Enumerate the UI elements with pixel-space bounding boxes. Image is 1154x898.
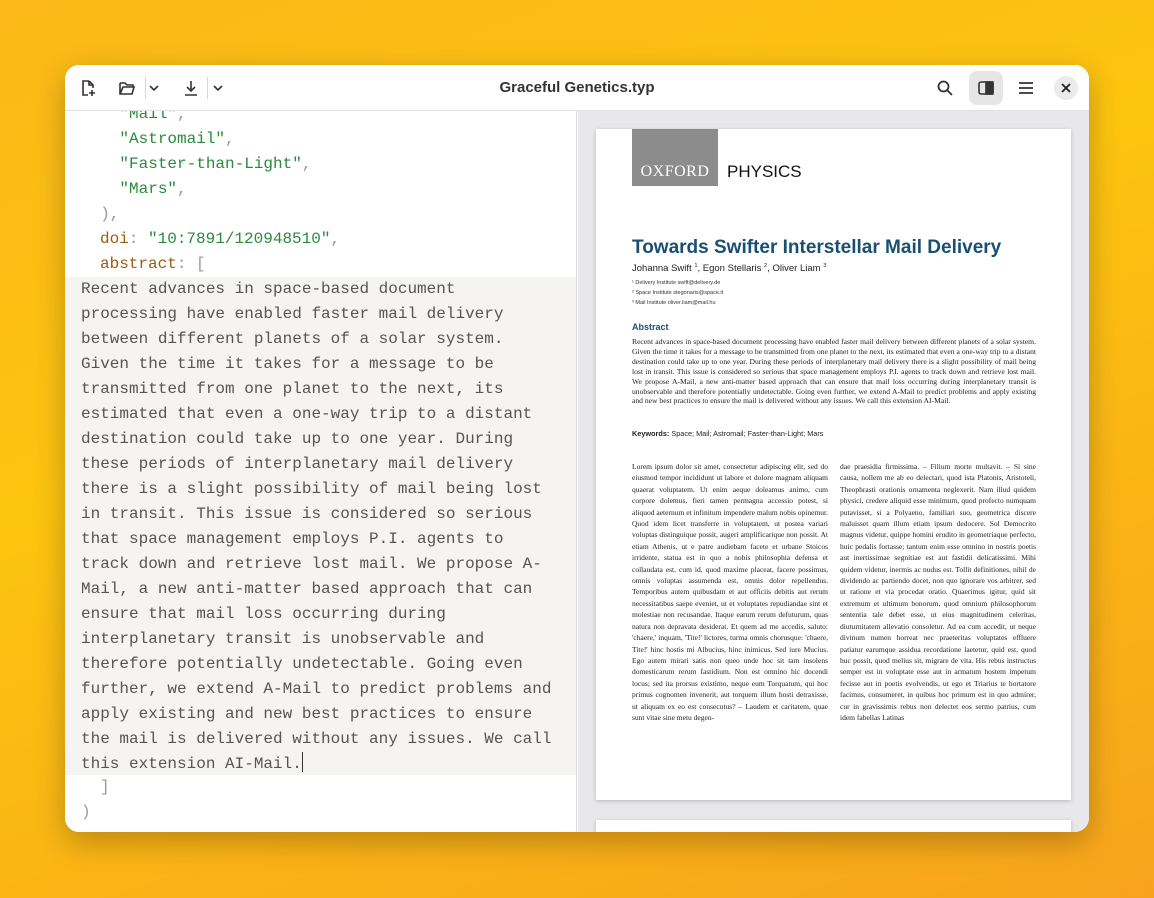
affiliation: ² Space Institute stegonaris@space.it [632, 290, 724, 296]
preview-pane[interactable]: OXFORD PHYSICS Towards Swifter Interstel… [578, 111, 1089, 832]
abstract-text[interactable]: Recent advances in space-based document … [81, 277, 571, 777]
code-line-doi: doi: "10:7891/120948510", [100, 230, 341, 248]
header-bar: Graceful Genetics.typ [65, 65, 1089, 111]
code-line: "Astromail", [119, 130, 235, 148]
preview-page: OXFORD PHYSICS Towards Swifter Interstel… [596, 129, 1071, 800]
close-icon [1061, 83, 1071, 93]
close-button[interactable] [1054, 76, 1078, 100]
journal-logo: OXFORD [632, 129, 718, 186]
body-column-right: dae praesidia firmissima. – Filium morte… [840, 462, 1036, 722]
code-line: ] [100, 778, 110, 796]
paper-title: Towards Swifter Interstellar Mail Delive… [632, 237, 1002, 258]
toggle-preview-button[interactable] [969, 71, 1003, 105]
affiliation: ¹ Delivery Institute swift@delivery.de [632, 280, 721, 286]
code-line: ), [81, 205, 120, 223]
abstract-body: Recent advances in space-based document … [632, 337, 1036, 406]
text-cursor [301, 752, 303, 772]
journal-name: PHYSICS [727, 162, 802, 181]
search-icon [937, 80, 953, 96]
app-window: Graceful Genetics.typ "Mail", "Astromail… [65, 65, 1089, 832]
code-line: "Mail", [119, 111, 187, 123]
affiliation: ³ Mail Institute oliver.liam@mail.hu [632, 300, 716, 306]
body-column-left: Lorem ipsum dolor sit amet, consectetur … [632, 462, 828, 722]
code-editor[interactable]: "Mail", "Astromail", "Faster-than-Light"… [65, 111, 577, 832]
main-menu-button[interactable] [1012, 75, 1040, 101]
code-line: ) [81, 803, 91, 821]
search-button[interactable] [931, 75, 959, 101]
hamburger-menu-icon [1019, 82, 1033, 94]
preview-page-2 [596, 820, 1071, 832]
code-line: "Faster-than-Light", [119, 155, 312, 173]
split-view-icon [978, 81, 994, 95]
code-line-abstract: abstract: [ [100, 255, 206, 273]
code-line: "Mars", [119, 180, 187, 198]
keywords: Keywords: Space; Mail; Astromail; Faster… [632, 429, 824, 438]
abstract-heading: Abstract [632, 322, 669, 332]
paper-authors: Johanna Swift 1, Egon Stellaris 2, Olive… [632, 263, 827, 275]
